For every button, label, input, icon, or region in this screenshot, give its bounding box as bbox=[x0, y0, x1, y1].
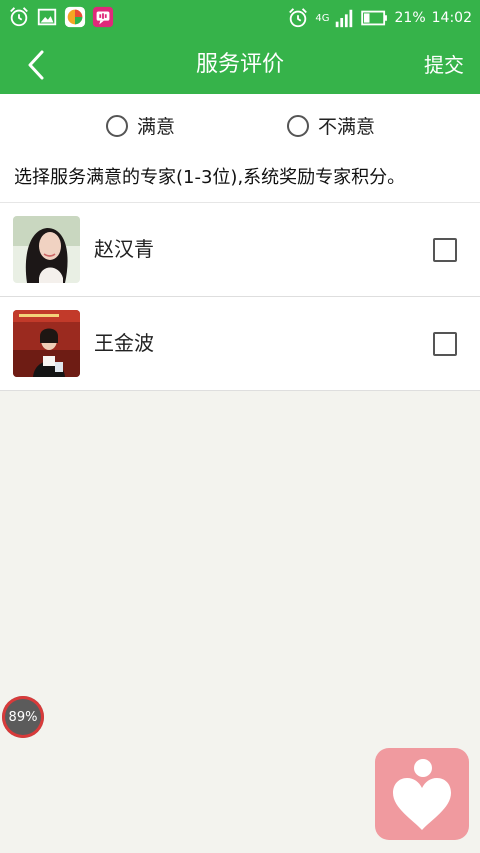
expert-avatar bbox=[13, 310, 80, 377]
message-app-icon bbox=[92, 6, 114, 28]
gallery-icon bbox=[37, 8, 57, 26]
page-title: 服务评价 bbox=[195, 52, 284, 77]
radio-button-icon bbox=[287, 114, 309, 137]
status-bar: 4G 21% 14:02 bbox=[0, 0, 480, 36]
chevron-left-icon bbox=[28, 50, 44, 80]
expert-select-checkbox[interactable] bbox=[433, 238, 457, 262]
expert-select-checkbox[interactable] bbox=[433, 332, 457, 356]
radio-button-icon bbox=[106, 114, 128, 137]
health-heart-button[interactable] bbox=[375, 748, 469, 840]
expert-row[interactable]: 赵汉青 bbox=[0, 203, 480, 297]
memory-percentage: 89% bbox=[8, 709, 38, 725]
battery-percentage: 21% bbox=[394, 10, 426, 26]
radio-unsatisfied[interactable]: 不满意 bbox=[287, 112, 375, 139]
radio-satisfied[interactable]: 满意 bbox=[106, 112, 175, 139]
submit-button[interactable]: 提交 bbox=[424, 36, 464, 94]
signal-strength-icon bbox=[335, 9, 352, 28]
system-status: 4G 21% 14:02 bbox=[287, 6, 472, 30]
alarm-clock-icon bbox=[289, 8, 308, 28]
memory-cleaner-ball[interactable]: 89% bbox=[2, 696, 44, 738]
expert-row[interactable]: 王金波 bbox=[0, 297, 480, 391]
instruction-text: 选择服务满意的专家(1-3位),系统奖励专家积分。 bbox=[0, 154, 480, 203]
notification-icons bbox=[8, 6, 114, 28]
radio-unsatisfied-label: 不满意 bbox=[318, 116, 376, 138]
heart-person-icon bbox=[393, 759, 451, 830]
expert-name: 王金波 bbox=[94, 331, 154, 355]
expert-avatar bbox=[13, 216, 80, 283]
rating-options: 满意 不满意 bbox=[0, 94, 480, 158]
evaluation-form: 满意 不满意 选择服务满意的专家(1-3位),系统奖励专家积分。 赵汉青 王金波 bbox=[0, 94, 480, 391]
back-button[interactable] bbox=[18, 48, 58, 82]
app-bar: 服务评价 提交 bbox=[0, 36, 480, 94]
expert-name: 赵汉青 bbox=[94, 237, 154, 261]
radio-satisfied-label: 满意 bbox=[137, 116, 176, 138]
network-type-label: 4G bbox=[315, 12, 330, 24]
app-store-icon bbox=[64, 6, 86, 28]
status-time: 14:02 bbox=[431, 10, 472, 26]
battery-icon bbox=[360, 10, 387, 26]
alarm-icon bbox=[10, 7, 28, 27]
